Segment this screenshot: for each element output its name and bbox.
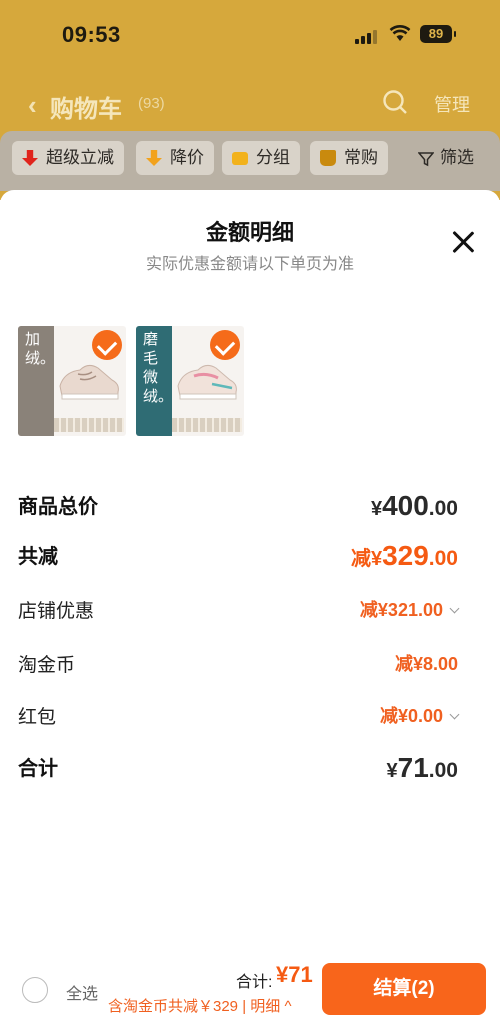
filter-button[interactable]: 筛选 xyxy=(416,141,474,175)
row-label: 商品总价 xyxy=(18,496,98,518)
wifi-icon xyxy=(389,25,411,41)
total-amount: ¥71 xyxy=(276,962,313,987)
checkout-bar: 全选 合计: ¥71 含淘金币共减￥329 | 明细 ^ 结算(2) xyxy=(0,958,500,1027)
folder-icon xyxy=(232,152,248,165)
discount-detail-link[interactable]: 含淘金币共减￥329 | 明细 ^ xyxy=(108,995,291,1016)
filter-label: 降价 xyxy=(170,148,204,167)
check-icon xyxy=(92,330,122,360)
filter-label: 分组 xyxy=(256,148,290,167)
filter-icon xyxy=(418,152,434,167)
select-all-radio[interactable] xyxy=(22,977,48,1003)
product-tag: 磨毛微绒。 xyxy=(143,331,174,405)
size-ruler xyxy=(54,418,124,432)
filter-group[interactable]: 分组 xyxy=(222,141,300,175)
manage-button[interactable]: 管理 xyxy=(434,91,470,117)
product-tag: 加绒。 xyxy=(25,331,56,367)
product-band: 加绒。 xyxy=(18,326,56,436)
battery-icon: 89 xyxy=(420,25,456,43)
signal-icon xyxy=(355,28,379,44)
sheet-title: 金额明细 xyxy=(205,220,294,245)
filter-price-drop[interactable]: 降价 xyxy=(136,141,214,175)
row-label: 店铺优惠 xyxy=(18,601,95,622)
row-goods-total: 商品总价 ¥400.00 xyxy=(18,490,458,526)
goods-total-value: ¥400.00 xyxy=(370,490,458,521)
row-label: 合计 xyxy=(18,758,58,780)
arrow-down-icon xyxy=(146,150,162,166)
row-sum: 合计 ¥71.00 xyxy=(18,752,458,788)
row-label: 共减 xyxy=(18,546,58,568)
sum-value: ¥71.00 xyxy=(386,752,458,783)
red-packet-value[interactable]: 减¥0.00 xyxy=(380,702,460,728)
arrow-down-icon xyxy=(22,150,38,166)
sheet-subtitle: 实际优惠金额请以下单页为准 xyxy=(145,256,354,273)
row-label: 红包 xyxy=(18,707,57,728)
filter-bar: 超级立减 降价 分组 常购 筛选 xyxy=(0,131,500,191)
filter-super-discount[interactable]: 超级立减 xyxy=(12,141,124,175)
row-red-packet[interactable]: 红包 减¥0.00 xyxy=(18,702,460,738)
product-thumbnail[interactable]: 加绒。 xyxy=(18,326,126,436)
total-label: 合计: xyxy=(236,974,273,991)
check-icon xyxy=(210,330,240,360)
cart-icon xyxy=(320,150,336,166)
cart-page-background: 09:53 89 ‹ 购物车 (93) 管理 超级立减 降价 分组 常购 筛选 xyxy=(0,0,500,200)
status-bar: 09:53 89 xyxy=(0,20,500,52)
amount-detail-sheet: 金额明细 实际优惠金额请以下单页为准 加绒。 磨毛微绒。 商品总价 ¥400.0… xyxy=(0,190,500,1027)
close-icon[interactable] xyxy=(448,228,478,258)
chevron-up-icon: ^ xyxy=(284,998,292,1015)
filter-label: 筛选 xyxy=(440,148,474,167)
checkout-button[interactable]: 结算(2) xyxy=(322,963,486,1015)
chevron-down-icon xyxy=(449,709,460,720)
shop-discount-value[interactable]: 减¥321.00 xyxy=(360,596,460,622)
chevron-down-icon xyxy=(449,603,460,614)
row-shop-discount[interactable]: 店铺优惠 减¥321.00 xyxy=(18,596,460,632)
select-all-label[interactable]: 全选 xyxy=(66,980,98,1004)
product-thumbnail[interactable]: 磨毛微绒。 xyxy=(136,326,244,436)
row-label: 淘金币 xyxy=(18,655,76,676)
filter-label: 超级立减 xyxy=(46,148,114,167)
filter-frequent[interactable]: 常购 xyxy=(310,141,388,175)
cart-header: ‹ 购物车 (93) 管理 xyxy=(0,82,500,123)
total-reduce-value: 减¥329.00 xyxy=(350,540,458,571)
taojinbi-value: 减¥8.00 xyxy=(394,654,458,674)
status-time: 09:53 xyxy=(62,22,121,47)
size-ruler xyxy=(172,418,242,432)
page-title: 购物车 xyxy=(50,96,122,123)
row-total-reduce: 共减 减¥329.00 xyxy=(18,540,458,576)
filter-label: 常购 xyxy=(344,148,378,167)
product-band: 磨毛微绒。 xyxy=(136,326,174,436)
search-icon[interactable] xyxy=(382,89,408,115)
chevron-left-icon[interactable]: ‹ xyxy=(28,90,37,121)
cart-count: (93) xyxy=(138,95,165,112)
row-taojinbi: 淘金币 减¥8.00 xyxy=(18,650,458,686)
